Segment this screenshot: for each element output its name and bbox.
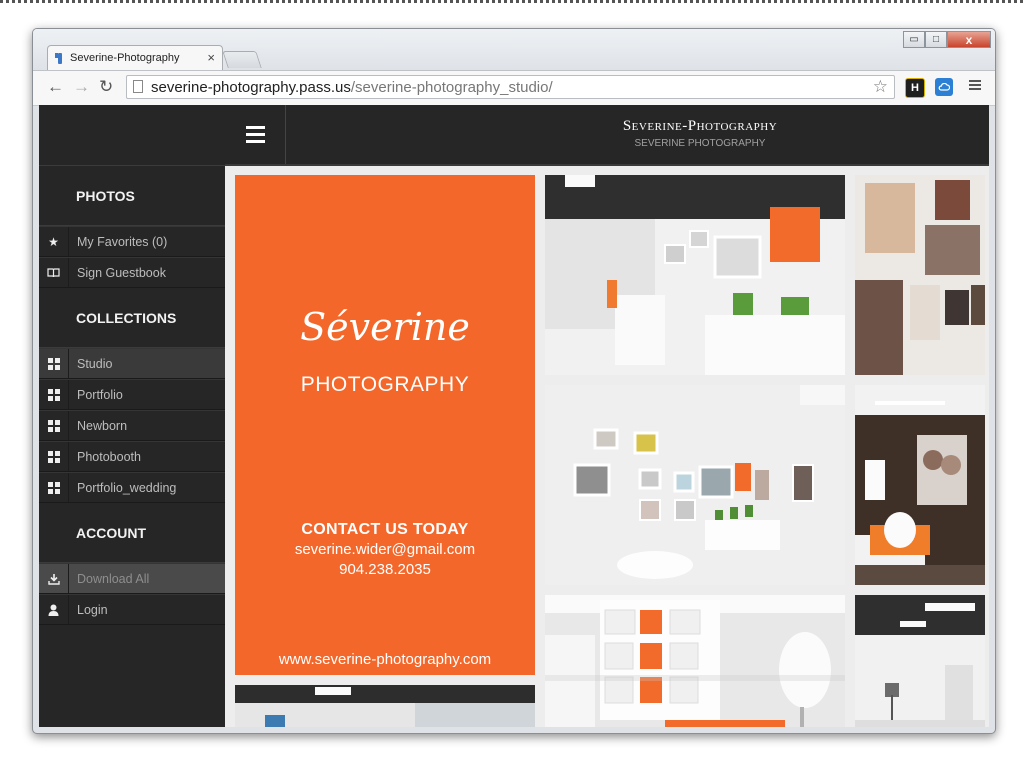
main-content: Severine-Photography SEVERINE PHOTOGRAPH… (225, 105, 989, 727)
sidebar-item-label: Portfolio_wedding (77, 480, 177, 495)
site-header: Severine-Photography SEVERINE PHOTOGRAPH… (225, 105, 989, 166)
sidebar-item-label: Sign Guestbook (77, 265, 166, 280)
shelves-photo (545, 595, 845, 727)
sidebar-item-label: Studio (77, 356, 113, 371)
studio-ceiling-photo (235, 685, 535, 727)
url-text[interactable]: severine-photography.pass.us/severine-ph… (151, 79, 553, 96)
sidebar: PHOTOS ★ My Favorites (0) Sign Guestbook… (39, 105, 225, 727)
user-icon (39, 595, 69, 624)
sidebar-item-photobooth[interactable]: Photobooth (39, 441, 225, 472)
cloud-extension-icon[interactable] (935, 78, 953, 96)
maximize-button[interactable]: □ (925, 31, 947, 48)
grid-icon (39, 442, 69, 471)
sidebar-item-portfolio-wedding[interactable]: Portfolio_wedding (39, 472, 225, 503)
browser-toolbar: ← → ↻ severine-photography.pass.us/sever… (33, 70, 995, 106)
studio-lights-photo (855, 595, 985, 727)
contact-heading: CONTACT US TODAY (301, 521, 469, 538)
photo-tile[interactable] (545, 175, 845, 375)
grid-icon (39, 473, 69, 502)
sidebar-item-login[interactable]: Login (39, 594, 225, 625)
bookmark-star-icon[interactable]: ☆ (873, 77, 888, 97)
grid-icon (39, 380, 69, 409)
sidebar-item-label: Login (77, 602, 108, 617)
sidebar-item-label: Newborn (77, 418, 128, 433)
sidebar-item-label: Photobooth (77, 449, 141, 464)
photo-tile[interactable] (545, 595, 845, 727)
browser-tab[interactable]: Severine-Photography × (47, 45, 223, 71)
portraits-photo (855, 180, 985, 375)
h-extension-icon[interactable]: H (905, 78, 925, 98)
studio-photo (545, 175, 845, 375)
url-host: severine-photography.pass.us (151, 79, 351, 96)
site-title: Severine-Photography (622, 118, 778, 134)
feature-card[interactable]: Séverine PHOTOGRAPHY CONTACT US TODAY se… (235, 175, 535, 675)
tab-title: Severine-Photography (70, 52, 180, 64)
address-bar[interactable]: severine-photography.pass.us/severine-ph… (126, 75, 895, 99)
grid-icon (39, 411, 69, 440)
hamburger-menu-button[interactable] (225, 105, 286, 164)
logo-script: Séverine (300, 305, 470, 349)
contact-email: severine.wider@gmail.com (294, 541, 476, 558)
grid-icon (39, 349, 69, 378)
page-viewport: PHOTOS ★ My Favorites (0) Sign Guestbook… (39, 105, 989, 727)
sidebar-item-label: Download All (77, 571, 150, 586)
photo-tile[interactable] (855, 385, 985, 585)
sidebar-item-portfolio[interactable]: Portfolio (39, 379, 225, 410)
sidebar-item-studio[interactable]: Studio (39, 348, 225, 379)
sidebar-item-newborn[interactable]: Newborn (39, 410, 225, 441)
reload-icon[interactable]: ↻ (99, 77, 113, 97)
download-icon (39, 564, 69, 593)
site-subtitle: SEVERINE PHOTOGRAPHY (634, 138, 766, 149)
title-bar: Severine-Photography × ▭ □ x (33, 29, 995, 71)
photo-tile[interactable] (545, 385, 845, 585)
screenshot-border (0, 0, 1024, 3)
gallery-wall-photo (545, 385, 845, 585)
back-arrow-icon[interactable]: ← (47, 77, 64, 97)
chrome-menu-icon[interactable] (969, 78, 981, 92)
sidebar-item-label: My Favorites (0) (77, 234, 168, 249)
section-heading-account: ACCOUNT (39, 503, 225, 563)
favicon-icon (55, 53, 62, 64)
website-url: www.severine-photography.com (278, 651, 492, 668)
tab-close-icon[interactable]: × (207, 50, 215, 65)
minimize-button[interactable]: ▭ (903, 31, 925, 48)
browser-window: Severine-Photography × ▭ □ x ← → ↻ sever… (32, 28, 996, 734)
photo-tile[interactable] (855, 175, 985, 375)
close-button[interactable]: x (947, 31, 991, 48)
sidebar-item-my-favorites[interactable]: ★ My Favorites (0) (39, 226, 225, 257)
new-tab-button[interactable] (222, 51, 262, 68)
section-heading-photos: PHOTOS (39, 166, 225, 226)
photo-tile[interactable] (855, 595, 985, 727)
sidebar-item-download-all[interactable]: Download All (39, 563, 225, 594)
couple-portrait-photo (855, 385, 985, 585)
sidebar-item-sign-guestbook[interactable]: Sign Guestbook (39, 257, 225, 288)
section-heading-collections: COLLECTIONS (39, 288, 225, 348)
sidebar-top (39, 105, 225, 166)
sidebar-item-label: Portfolio (77, 387, 123, 402)
page-icon (133, 80, 143, 93)
contact-phone: 904.238.2035 (339, 561, 431, 578)
star-icon: ★ (39, 227, 69, 256)
logo-subtitle: PHOTOGRAPHY (300, 373, 470, 396)
photo-tile[interactable] (235, 685, 535, 727)
book-icon (39, 258, 69, 287)
window-controls: ▭ □ x (903, 31, 991, 49)
url-path: /severine-photography_studio/ (350, 79, 553, 96)
forward-arrow-icon[interactable]: → (73, 77, 90, 97)
